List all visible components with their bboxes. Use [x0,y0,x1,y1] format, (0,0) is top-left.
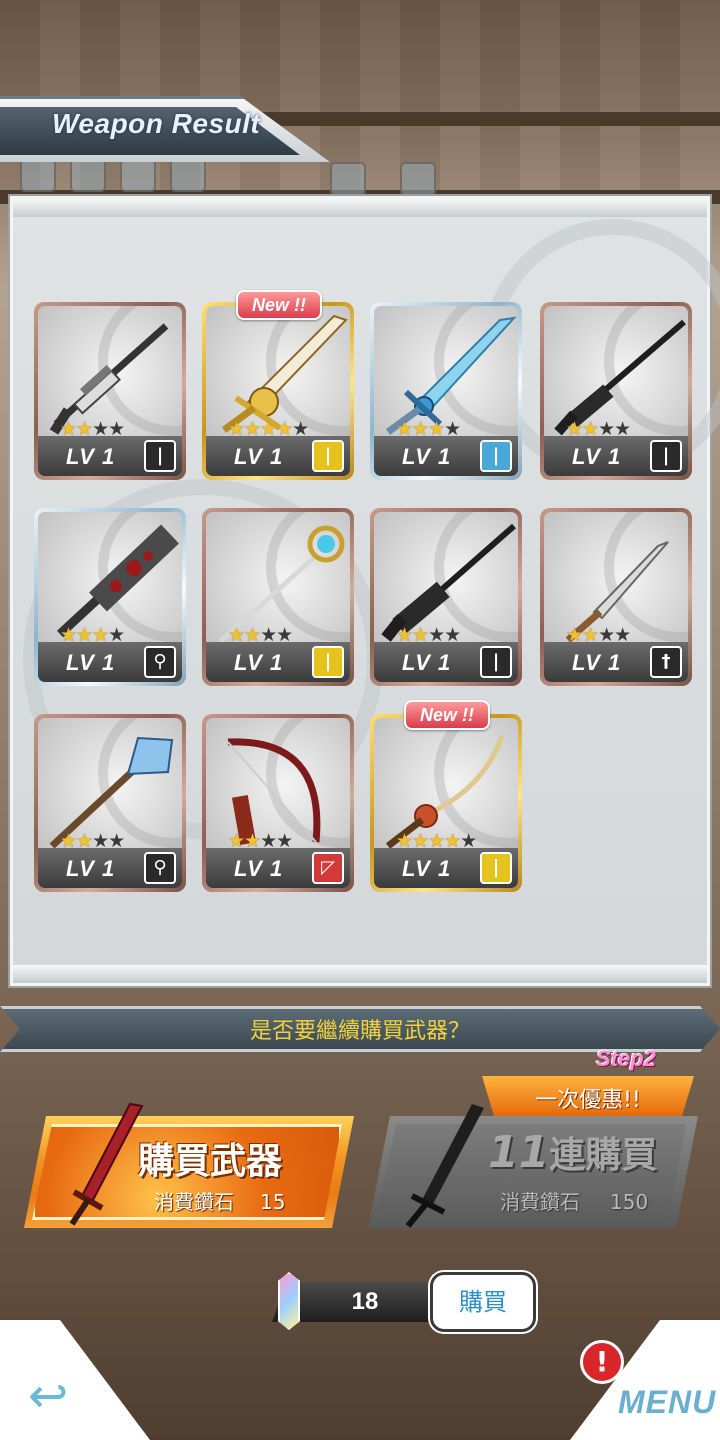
buy-eleven-cost: 消費鑽石 150 [500,1190,649,1214]
continue-prompt: 是否要繼續購買武器？ [249,1019,470,1044]
katana-type-icon: | [480,852,512,884]
buy-weapon-cost: 消費鑽石 15 [154,1190,286,1214]
sword-type-icon: | [312,440,344,472]
weapon-card[interactable]: ★★★★ LV 1 ⚲ [34,714,186,892]
buy-eleven-label: 11連購買 [488,1127,658,1178]
weapon-level: LV 1 [66,444,116,469]
weapon-level: LV 1 [572,444,622,469]
weapon-card[interactable]: ★★★★ LV 1 † [540,508,692,686]
rifle-type-icon: | [144,440,176,472]
crystal-sword-icon [385,316,517,435]
spiked-club-icon [56,524,179,638]
sword-type-icon: | [480,440,512,472]
jar [330,162,366,196]
jar [20,158,56,192]
weapon-level: LV 1 [234,856,284,881]
weapon-card[interactable]: ★★★★ LV 1 ⚲ [34,508,186,686]
weapon-card[interactable]: ★★★★ LV 1 | [34,302,186,480]
weapon-level: LV 1 [234,444,284,469]
assault-rifle-icon [381,523,516,642]
dagger-type-icon: † [650,646,682,678]
weapon-card[interactable]: ★★★★★ LV 1 | [202,302,354,480]
menu-label[interactable]: MENU [618,1384,716,1421]
alert-icon: ! [580,1340,624,1384]
rifle-type-icon: | [480,646,512,678]
back-button[interactable] [0,1320,150,1440]
crystal-staff-icon [218,525,345,642]
weapon-card[interactable]: ★★★★ LV 1 | [370,302,522,480]
weapon-card[interactable]: ★★★★ LV 1 | [370,508,522,686]
weapon-card[interactable]: ★★★★ LV 1 | [202,508,354,686]
rifle-type-icon: | [650,440,682,472]
mace-type-icon: ⚲ [144,646,176,678]
jar [70,158,106,192]
golden-sword-icon [221,314,348,433]
weapon-level: LV 1 [572,650,622,675]
panel-top-bar [13,199,707,217]
weapon-card[interactable]: ★★★★★ LV 1 | [370,714,522,892]
katana-icon [385,735,505,848]
promo-label: 一次優惠!! [535,1088,641,1113]
mace-type-icon: ⚲ [144,852,176,884]
weapon-level: LV 1 [234,650,284,675]
weapon-level: LV 1 [402,856,452,881]
dagger-icon [565,541,669,642]
jar [400,162,436,196]
weapon-card[interactable]: ★★★★ LV 1 | [540,302,692,480]
bow-type-icon: ◸ [312,852,344,884]
new-badge: New !! [404,700,490,730]
buy-weapon-label: 購買武器 [138,1141,283,1182]
sniper-rifle-icon [49,323,169,435]
weapon-level: LV 1 [402,444,452,469]
buy-diamonds-button[interactable]: 購買 [430,1272,536,1332]
jar [120,158,156,192]
blue-mace-icon [49,736,174,848]
diamond-count: 18 [351,1288,379,1315]
panel-bottom-bar [13,965,707,983]
weapon-level: LV 1 [66,856,116,881]
weapon-card[interactable]: ★★★★ LV 1 ◸ [202,714,354,892]
staff-type-icon: | [312,646,344,678]
jar [170,158,206,192]
dark-sword-icon [405,1104,484,1228]
new-badge: New !! [236,290,322,320]
weapon-level: LV 1 [402,650,452,675]
bow-icon [227,738,321,846]
diamond-icon [278,1272,300,1330]
page-title: Weapon Result [52,108,261,139]
back-arrow-icon[interactable]: ↩ [28,1372,68,1420]
weapon-level: LV 1 [66,650,116,675]
step-tag: Step2 [596,1046,656,1071]
black-rifle-icon [554,319,686,436]
